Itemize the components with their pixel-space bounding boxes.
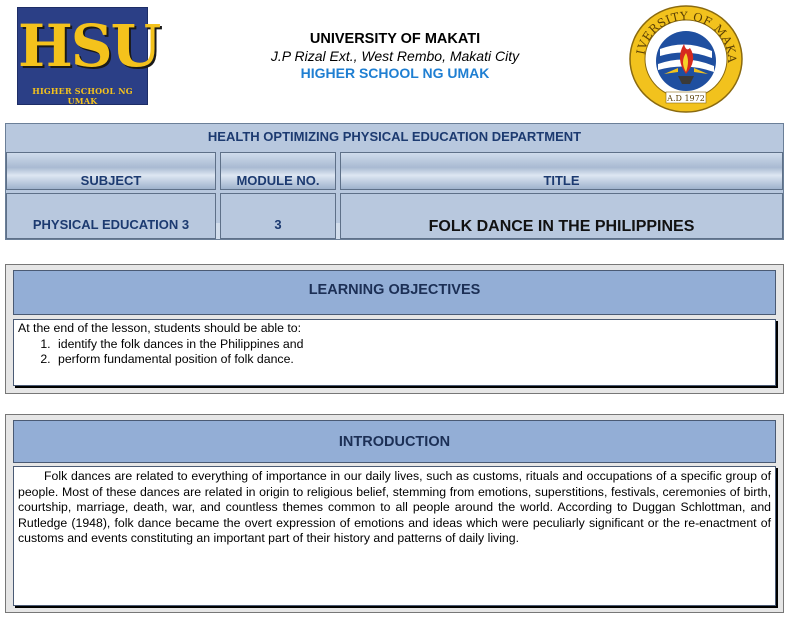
module-no-column-header: MODULE NO. — [220, 152, 336, 190]
title-column-header: TITLE — [340, 152, 783, 190]
hsu-logo-subtitle: Higher School ng UMak — [32, 86, 133, 106]
objectives-list: identify the folk dances in the Philippi… — [18, 337, 771, 368]
learning-objectives-body: At the end of the lesson, students shoul… — [13, 319, 776, 386]
introduction-body: Folk dances are related to everything of… — [13, 466, 776, 606]
module-no-value: 3 — [220, 193, 336, 239]
learning-objectives-heading: LEARNING OBJECTIVES — [13, 270, 776, 315]
subject-column-header: SUBJECT — [6, 152, 216, 190]
university-seal-icon: UNIVERSITY OF MAKATI A.D 1972 — [628, 4, 743, 113]
school-name: HIGHER SCHOOL NG UMAK — [300, 65, 490, 81]
objective-item-1: identify the folk dances in the Philippi… — [54, 337, 771, 353]
university-header: UNIVERSITY OF MAKATI J.P Rizal Ext., Wes… — [230, 31, 560, 82]
university-name: UNIVERSITY OF MAKATI — [309, 31, 481, 47]
university-address: J.P Rizal Ext., West Rembo, Makati City — [270, 48, 520, 64]
department-title: HEALTH OPTIMIZING PHYSICAL EDUCATION DEP… — [207, 129, 582, 144]
module-title-value: FOLK DANCE IN THE PHILIPPINES — [340, 193, 783, 239]
subject-value: PHYSICAL EDUCATION 3 — [6, 193, 216, 239]
objective-item-2: perform fundamental position of folk dan… — [54, 352, 771, 368]
hsu-logo: HSU Higher School ng UMak — [17, 7, 161, 106]
introduction-section: INTRODUCTION Folk dances are related to … — [5, 414, 784, 613]
department-table: HEALTH OPTIMIZING PHYSICAL EDUCATION DEP… — [5, 123, 784, 240]
introduction-paragraph: Folk dances are related to everything of… — [18, 469, 771, 546]
introduction-heading: INTRODUCTION — [13, 420, 776, 463]
objectives-intro: At the end of the lesson, students shoul… — [18, 321, 302, 335]
learning-objectives-section: LEARNING OBJECTIVES At the end of the le… — [5, 264, 784, 394]
hsu-logo-letters: HSU — [18, 12, 161, 80]
svg-text:A.D 1972: A.D 1972 — [666, 94, 705, 103]
seal-emblem — [656, 31, 716, 91]
